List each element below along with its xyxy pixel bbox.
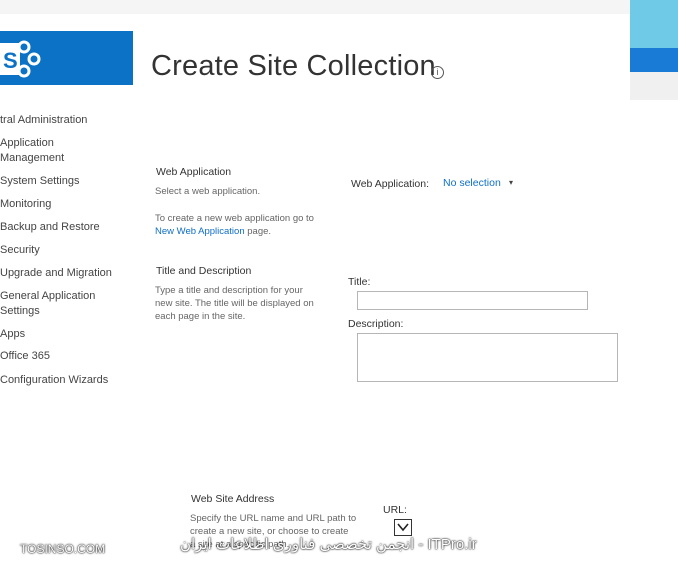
title-description-text-line2: new site. The title will be displayed on — [155, 298, 314, 309]
nav-central-administration[interactable]: tral Administration — [0, 113, 87, 128]
sharepoint-icon: S — [0, 40, 41, 78]
title-field-label: Title: — [348, 276, 371, 288]
nav-general-application-settings[interactable]: General Application — [0, 289, 95, 304]
nav-system-settings[interactable]: System Settings — [0, 174, 79, 189]
nav-application-management-line2[interactable]: Management — [0, 151, 64, 166]
top-band — [0, 0, 678, 14]
nav-office-365[interactable]: Office 365 — [0, 349, 50, 364]
web-application-create-suffix: page. — [247, 226, 272, 237]
nav-general-application-settings-line2[interactable]: Settings — [0, 304, 40, 319]
description-textarea[interactable] — [357, 333, 618, 382]
chevron-down-icon[interactable]: ▾ — [509, 178, 513, 187]
title-description-text-line3: each page in the site. — [155, 311, 246, 322]
page-title: Create Site Collection — [151, 50, 436, 82]
watermark-tosinso: TOSINSO.COM — [20, 542, 106, 556]
title-description-text-line1: Type a title and description for your — [155, 285, 303, 296]
url-field-label: URL: — [383, 504, 407, 516]
nav-backup-and-restore[interactable]: Backup and Restore — [0, 220, 100, 235]
nav-security[interactable]: Security — [0, 243, 40, 258]
web-application-field-label: Web Application: — [351, 178, 430, 190]
suite-bar-accent-light — [630, 0, 678, 52]
suite-bar-accent-dark — [630, 48, 678, 72]
web-application-create-text: To create a new web application go to — [155, 213, 314, 224]
web-application-description: Select a web application. — [155, 186, 261, 197]
nav-configuration-wizards[interactable]: Configuration Wizards — [0, 373, 108, 388]
description-field-label: Description: — [348, 318, 404, 330]
nav-apps[interactable]: Apps — [0, 327, 25, 342]
svg-text:S: S — [3, 48, 18, 73]
nav-upgrade-and-migration[interactable]: Upgrade and Migration — [0, 266, 112, 281]
watermark-itpro: انجمن تخصصی فناوری اطلاعات ایران - ITPro… — [180, 536, 477, 553]
info-icon[interactable]: i — [431, 66, 444, 79]
website-address-text-line1: Specify the URL name and URL path to — [190, 513, 357, 524]
url-path-dropdown[interactable] — [394, 519, 412, 536]
nav-monitoring[interactable]: Monitoring — [0, 197, 51, 212]
web-application-section-title: Web Application — [156, 166, 232, 178]
nav-application-management[interactable]: Application — [0, 136, 54, 151]
title-input[interactable] — [357, 291, 588, 310]
website-address-section-title: Web Site Address — [191, 493, 275, 505]
chevron-down-icon — [397, 523, 409, 532]
web-application-create-line: New Web Application page. — [155, 225, 271, 238]
web-application-dropdown[interactable]: No selection — [443, 177, 501, 189]
sharepoint-logo[interactable]: S — [0, 31, 133, 85]
new-web-application-link[interactable]: New Web Application — [155, 226, 245, 237]
title-description-section-title: Title and Description — [156, 265, 252, 277]
